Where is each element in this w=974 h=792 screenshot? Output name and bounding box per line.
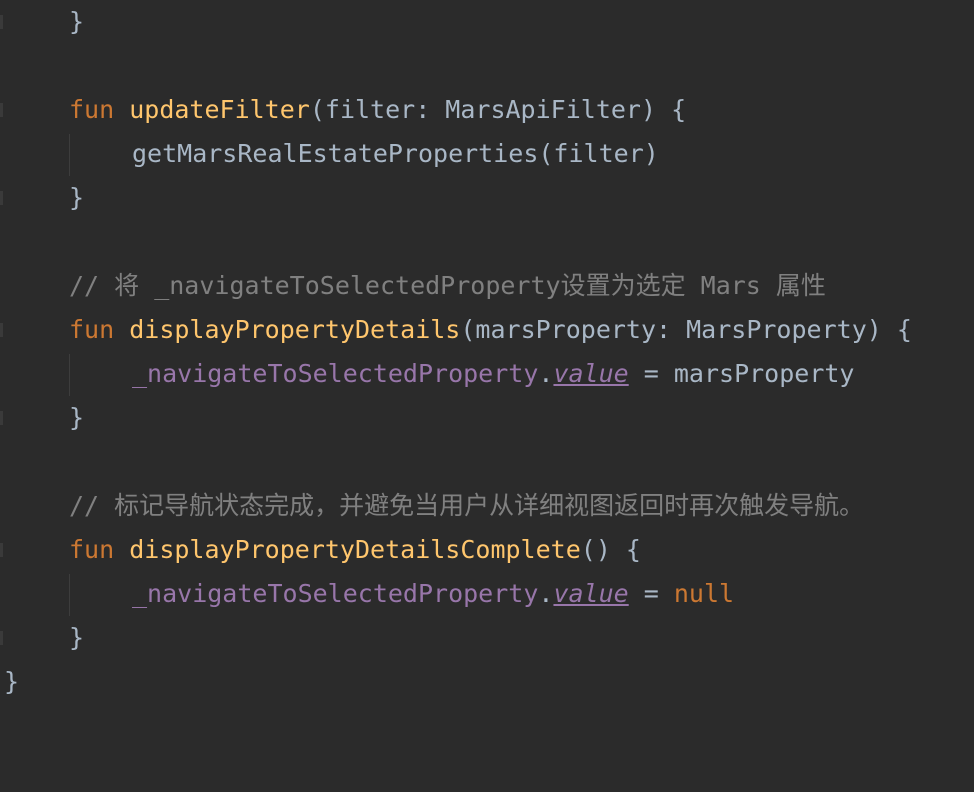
code-line[interactable]: getMarsRealEstateProperties(filter): [0, 132, 974, 176]
code-line[interactable]: _navigateToSelectedProperty.value = mars…: [0, 352, 974, 396]
function-name: displayPropertyDetailsComplete: [129, 535, 581, 564]
code-line[interactable]: }: [0, 660, 974, 704]
keyword-fun: fun: [69, 315, 115, 344]
function-name: updateFilter: [129, 95, 310, 124]
code-line[interactable]: }: [0, 396, 974, 440]
property-name: _navigateToSelectedProperty: [132, 359, 539, 388]
assignment-operator: =: [628, 579, 674, 608]
closing-brace: }: [69, 183, 85, 212]
code-line[interactable]: }: [0, 616, 974, 660]
function-declaration: fun updateFilter(filter: MarsApiFilter) …: [69, 88, 686, 132]
code-line[interactable]: // 将 _navigateToSelectedProperty设置为选定 Ma…: [0, 264, 974, 308]
code-line[interactable]: fun displayPropertyDetails(marsProperty:…: [0, 308, 974, 352]
comment: // 标记导航状态完成，并避免当用户从详细视图返回时再次触发导航。: [69, 491, 865, 520]
dot: .: [538, 359, 554, 388]
closing-brace: }: [69, 403, 85, 432]
code-line[interactable]: fun updateFilter(filter: MarsApiFilter) …: [0, 88, 974, 132]
value-accessor: value: [553, 359, 629, 388]
code-line[interactable]: }: [0, 0, 974, 44]
comment: // 将 _navigateToSelectedProperty设置为选定 Ma…: [69, 271, 826, 300]
code-editor[interactable]: } fun updateFilter(filter: MarsApiFilter…: [0, 0, 974, 704]
function-signature: () {: [580, 535, 641, 564]
function-name: displayPropertyDetails: [129, 315, 461, 344]
function-signature: (marsProperty: MarsProperty) {: [460, 315, 912, 344]
assignment-statement: _navigateToSelectedProperty.value = mars…: [132, 352, 855, 396]
function-declaration: fun displayPropertyDetails(marsProperty:…: [69, 308, 912, 352]
class-closing-brace: }: [4, 667, 20, 696]
code-line[interactable]: fun displayPropertyDetailsComplete() {: [0, 528, 974, 572]
value-accessor: value: [553, 579, 629, 608]
property-name: _navigateToSelectedProperty: [132, 579, 539, 608]
assignment-statement: _navigateToSelectedProperty.value = null: [132, 572, 734, 616]
function-call: getMarsRealEstateProperties(filter): [132, 139, 659, 168]
assignment-rhs: = marsProperty: [628, 359, 855, 388]
function-signature: (filter: MarsApiFilter) {: [309, 95, 687, 124]
keyword-fun: fun: [69, 535, 115, 564]
keyword-fun: fun: [69, 95, 115, 124]
null-keyword: null: [673, 579, 735, 608]
code-line[interactable]: // 标记导航状态完成，并避免当用户从详细视图返回时再次触发导航。: [0, 484, 974, 528]
function-declaration: fun displayPropertyDetailsComplete() {: [69, 528, 641, 572]
code-line[interactable]: }: [0, 176, 974, 220]
dot: .: [538, 579, 554, 608]
closing-brace: }: [69, 7, 85, 36]
code-line[interactable]: _navigateToSelectedProperty.value = null: [0, 572, 974, 616]
closing-brace: }: [69, 623, 85, 652]
